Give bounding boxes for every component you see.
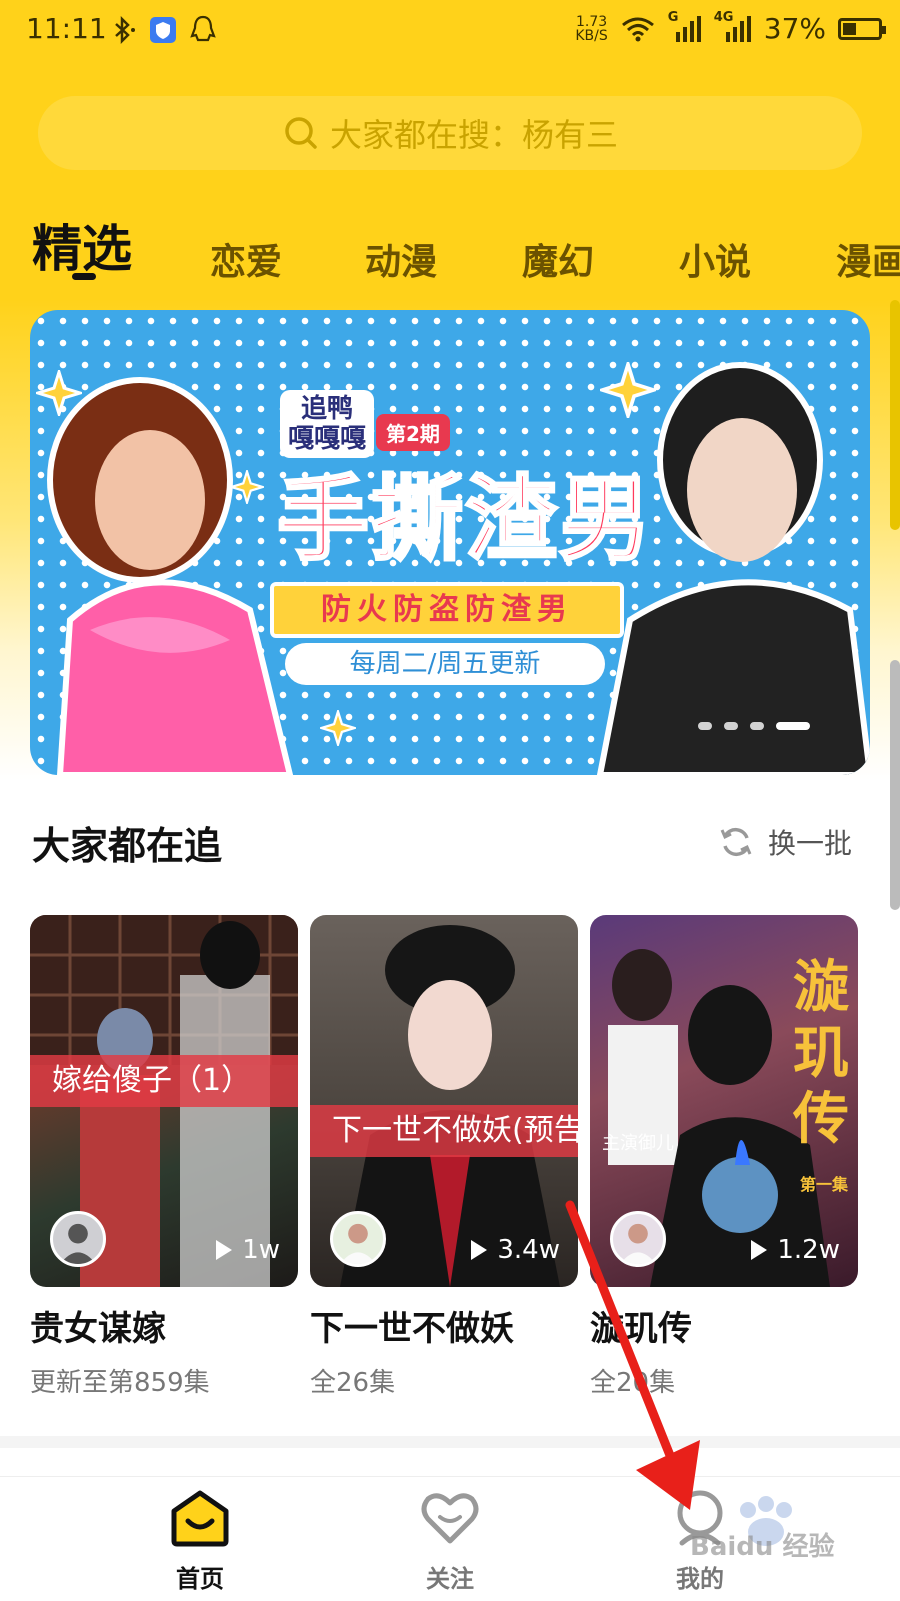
- banner-page-dot[interactable]: [698, 722, 712, 730]
- signal-sim2: 4G: [714, 10, 752, 44]
- avatar: [330, 1211, 386, 1267]
- tab-fantasy[interactable]: 魔幻: [522, 233, 594, 285]
- wifi-icon: [621, 17, 654, 41]
- play-count: 1w: [216, 1235, 280, 1265]
- banner-page-dot[interactable]: [750, 722, 764, 730]
- refresh-label: 换一批: [767, 827, 852, 860]
- section-title: 大家都在追: [32, 824, 223, 868]
- banner-page-dot[interactable]: [724, 722, 738, 730]
- home-icon: [171, 1490, 229, 1547]
- avatar: [610, 1211, 666, 1267]
- bluetooth-icon: [115, 15, 135, 45]
- play-count-value: 3.4w: [497, 1235, 560, 1265]
- video-thumbnail[interactable]: 下一世不做妖(预告) 3.4w: [310, 915, 578, 1287]
- baidu-watermark: Baidu 经验: [690, 1532, 835, 1562]
- search-placeholder: 大家都在搜：杨有三: [329, 116, 618, 154]
- play-count: 3.4w: [471, 1235, 560, 1265]
- refresh-icon: [720, 827, 752, 857]
- tab-novel[interactable]: 小说: [679, 233, 751, 285]
- tab-featured[interactable]: 精选: [32, 209, 132, 281]
- tab-anime[interactable]: 动漫: [365, 233, 437, 285]
- sim1-type: G: [667, 9, 679, 25]
- search-bar[interactable]: 大家都在搜：杨有三: [38, 96, 862, 170]
- episode-info: 全26集: [310, 1368, 396, 1398]
- nav-profile-label: 我的: [676, 1565, 724, 1593]
- video-title[interactable]: 贵女谋嫁: [30, 1301, 298, 1350]
- poster-title: 漩玑传: [793, 955, 849, 1152]
- status-right: 1.73 KB/S G 4G 37%: [575, 10, 886, 45]
- edge-handle: [890, 300, 900, 530]
- video-card[interactable]: 漩玑传 第一集 主演御儿 1.2w 漩玑传 全20集: [590, 915, 858, 1399]
- category-tabs: 精选 恋爱 动漫 魔幻 小说 漫画: [32, 205, 900, 295]
- heart-icon: [421, 1493, 479, 1544]
- poster-episode: 第一集: [799, 1175, 848, 1194]
- avatar: [50, 1211, 106, 1267]
- nav-home-label: 首页: [176, 1565, 224, 1593]
- video-card[interactable]: 下一世不做妖(预告) 3.4w 下一世不做妖 全26集: [310, 915, 578, 1399]
- play-icon: [751, 1240, 768, 1260]
- play-icon: [216, 1240, 233, 1260]
- section-divider: [0, 1436, 900, 1448]
- clock: 11:11: [26, 12, 107, 45]
- video-title[interactable]: 漩玑传: [590, 1301, 858, 1350]
- nav-follow-label: 关注: [426, 1565, 474, 1593]
- star-decoration-icon: [320, 710, 356, 746]
- banner-subtitle: 防火防盗防渣男: [270, 582, 624, 638]
- battery-icon: [838, 17, 886, 40]
- thumbnail-overlay-title: 嫁给傻子（1）: [30, 1055, 298, 1107]
- thumbnail-overlay-title: 下一世不做妖(预告): [310, 1105, 578, 1157]
- signal-sim1: G: [668, 10, 702, 44]
- banner-title: 手撕渣男: [275, 465, 653, 575]
- play-count-value: 1w: [242, 1235, 280, 1265]
- tab-romance[interactable]: 恋爱: [210, 233, 282, 285]
- video-cards: 嫁给傻子（1） 1w 贵女谋嫁 更新至第859集 下一世不做妖(预告) 3.4w…: [30, 915, 870, 1398]
- play-count-value: 1.2w: [777, 1235, 840, 1265]
- net-speed: 1.73 KB/S: [575, 15, 607, 43]
- play-icon: [471, 1240, 488, 1260]
- active-tab-indicator: [72, 273, 96, 280]
- play-count: 1.2w: [751, 1235, 840, 1265]
- battery-percent: 37%: [763, 12, 826, 45]
- video-card[interactable]: 嫁给傻子（1） 1w 贵女谋嫁 更新至第859集: [30, 915, 298, 1399]
- banner-pagination: [698, 722, 810, 730]
- video-thumbnail[interactable]: 嫁给傻子（1） 1w: [30, 915, 298, 1287]
- poster-cast: 主演御儿: [602, 1133, 674, 1154]
- search-icon: [285, 117, 317, 149]
- qq-icon: [190, 15, 216, 42]
- nav-follow[interactable]: 关注: [390, 1487, 510, 1594]
- tab-comic[interactable]: 漫画: [836, 233, 900, 285]
- episode-info: 全20集: [590, 1368, 676, 1398]
- promo-banner[interactable]: 追鸭 嘎嘎嘎 第2期 手撕渣男 防火防盗防渣男 每周二/周五更新: [30, 310, 870, 775]
- video-thumbnail[interactable]: 漩玑传 第一集 主演御儿 1.2w: [590, 915, 858, 1287]
- status-left-icons: [108, 14, 218, 46]
- shield-icon: [150, 17, 176, 43]
- banner-schedule: 每周二/周五更新: [285, 643, 605, 685]
- net-speed-value: 1.73: [575, 13, 608, 30]
- edge-handle: [890, 660, 900, 910]
- net-speed-unit: KB/S: [575, 27, 608, 44]
- refresh-button[interactable]: 换一批: [718, 822, 852, 862]
- nav-home[interactable]: 首页: [140, 1487, 260, 1594]
- banner-page-dot[interactable]: [776, 722, 810, 730]
- status-bar: 11:11 1.73 KB/S G 4G 37%: [0, 0, 900, 64]
- episode-info: 更新至第859集: [30, 1368, 210, 1398]
- video-title[interactable]: 下一世不做妖: [310, 1301, 578, 1350]
- sim2-type: 4G: [713, 9, 734, 25]
